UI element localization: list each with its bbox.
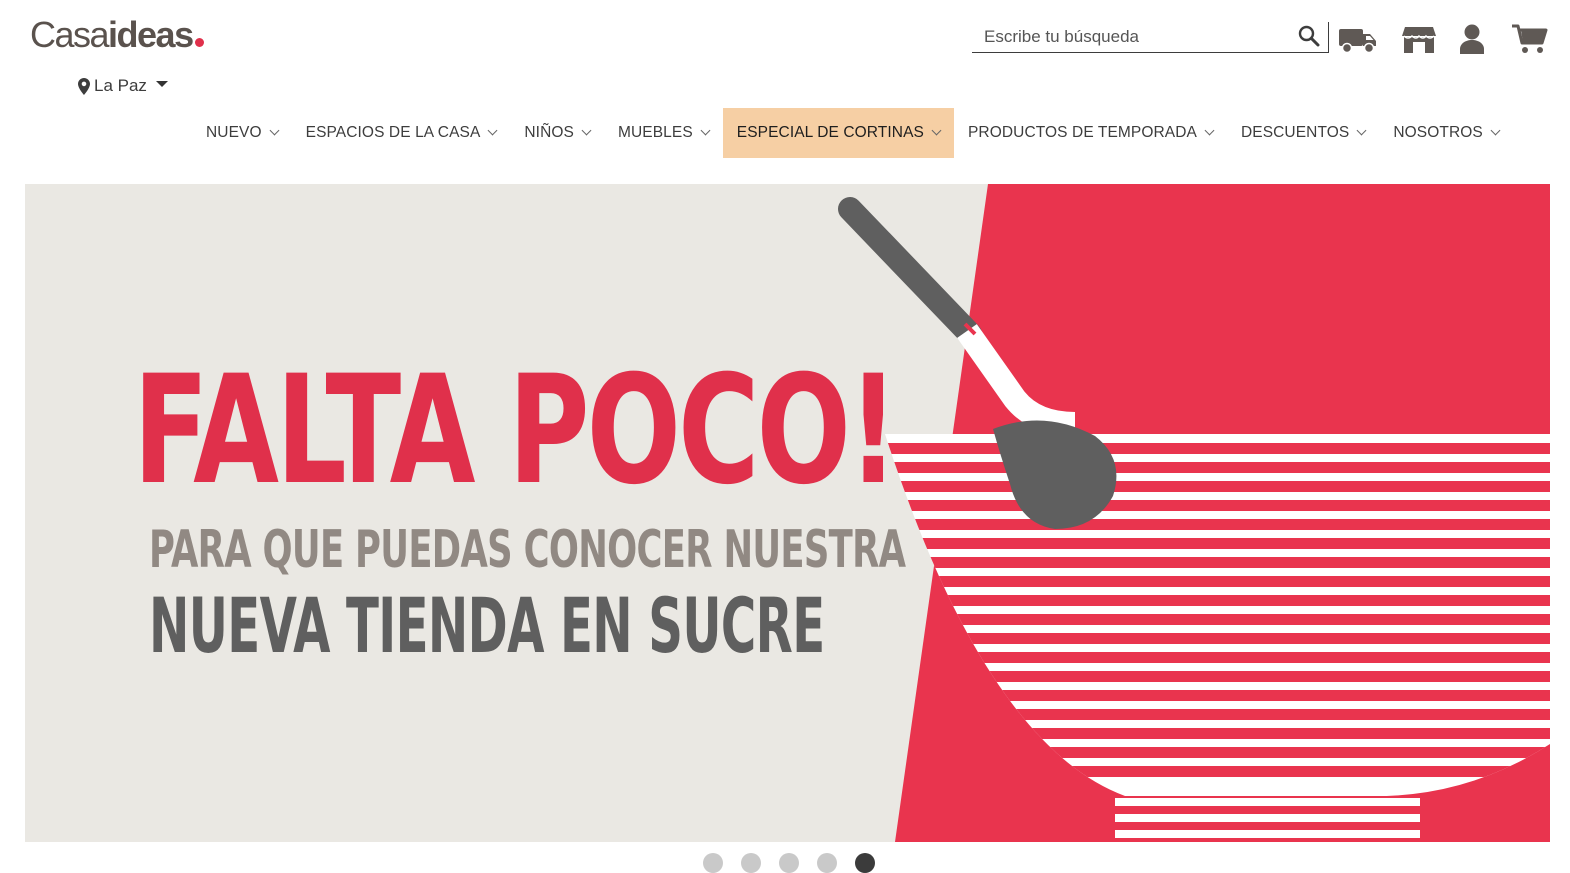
nav-item-label: ESPECIAL DE CORTINAS	[736, 124, 924, 141]
nav-item-temporada[interactable]: PRODUCTOS DE TEMPORADA	[954, 108, 1227, 158]
cart-icon[interactable]	[1512, 24, 1548, 54]
nav-item-nosotros[interactable]: NOSOTROS	[1379, 108, 1513, 158]
nav-item-nuevo[interactable]: NUEVO	[192, 108, 292, 158]
map-pin-icon	[78, 77, 90, 95]
nav-item-muebles[interactable]: MUEBLES	[604, 108, 723, 158]
user-icon[interactable]	[1460, 24, 1484, 54]
banner-subline-1: PARA QUE PUEDAS CONOCER NUESTRA	[149, 520, 906, 580]
carousel-dot-active[interactable]	[855, 853, 875, 873]
location-label: La Paz	[94, 76, 147, 95]
nav-item-label: NIÑOS	[524, 124, 574, 141]
nav-item-espacios[interactable]: ESPACIOS DE LA CASA	[292, 108, 511, 158]
carousel-dot[interactable]	[779, 853, 799, 873]
banner-subline-2: NUEVA TIENDA EN SUCRE	[149, 581, 825, 670]
search-icon[interactable]	[1298, 25, 1320, 47]
brand-logo-part1: Casa	[30, 14, 110, 55]
brand-logo-dot	[194, 38, 204, 47]
nav-item-label: DESCUENTOS	[1240, 124, 1350, 141]
hero-banner[interactable]: FALTA POCO! PARA QUE PUEDAS CONOCER NUES…	[25, 184, 1550, 842]
location-selector[interactable]: La Paz	[78, 76, 168, 96]
store-icon[interactable]	[1402, 24, 1436, 54]
search-input[interactable]	[972, 23, 1296, 51]
chevron-down-icon	[269, 125, 280, 136]
nav-item-ninos[interactable]: NIÑOS	[510, 108, 604, 158]
nav-item-label: ESPACIOS DE LA CASA	[305, 124, 481, 141]
brand-logo-part2: ideas	[108, 14, 194, 55]
search-box	[972, 22, 1329, 53]
nav-item-label: MUEBLES	[617, 124, 693, 141]
nav-item-label: NOSOTROS	[1393, 124, 1483, 141]
chevron-down-icon	[1356, 125, 1367, 136]
chevron-down-icon	[931, 125, 942, 136]
caret-down-icon	[155, 81, 168, 87]
chevron-down-icon	[1490, 125, 1501, 136]
truck-icon[interactable]	[1338, 26, 1378, 54]
carousel-dot[interactable]	[817, 853, 837, 873]
nav-item-label: PRODUCTOS DE TEMPORADA	[967, 124, 1197, 141]
brand-logo[interactable]: Casaideas	[30, 14, 204, 56]
carousel-dot[interactable]	[741, 853, 761, 873]
nav-item-cortinas[interactable]: ESPECIAL DE CORTINAS	[722, 108, 954, 158]
chevron-down-icon	[487, 125, 498, 136]
chevron-down-icon	[1204, 125, 1215, 136]
nav-item-label: NUEVO	[206, 124, 262, 141]
banner-headline: FALTA POCO!	[133, 344, 899, 518]
carousel-dot[interactable]	[703, 853, 723, 873]
chevron-down-icon	[581, 125, 592, 136]
nav-item-descuentos[interactable]: DESCUENTOS	[1227, 108, 1379, 158]
main-nav: NUEVO ESPACIOS DE LA CASA NIÑOS MUEBLES …	[192, 108, 1513, 158]
carousel-dots	[703, 853, 875, 873]
chevron-down-icon	[700, 125, 711, 136]
